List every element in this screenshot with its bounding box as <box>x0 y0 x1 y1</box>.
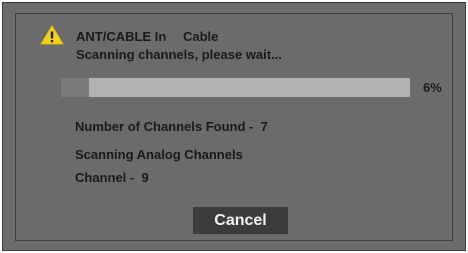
input-source-value: Cable <box>183 29 219 44</box>
channels-found-line: Number of Channels Found - 7 <box>75 119 268 135</box>
cancel-button[interactable]: Cancel <box>193 207 288 234</box>
scan-status-text: Scanning channels, please wait... <box>76 47 282 62</box>
channels-found-count: 7 <box>260 119 268 134</box>
warning-icon <box>40 25 64 45</box>
input-source-label: ANT/CABLE In <box>76 29 167 44</box>
scan-progress-bar <box>61 78 410 97</box>
scan-progress-percent: 6% <box>423 80 442 95</box>
current-channel-line: Channel - 9 <box>75 170 149 186</box>
current-channel-label: Channel - <box>75 170 135 185</box>
channels-found-label: Number of Channels Found - <box>75 119 254 134</box>
current-channel-number: 9 <box>141 170 149 185</box>
scan-progress-fill <box>61 78 89 97</box>
scan-mode-text: Scanning Analog Channels <box>75 147 243 162</box>
